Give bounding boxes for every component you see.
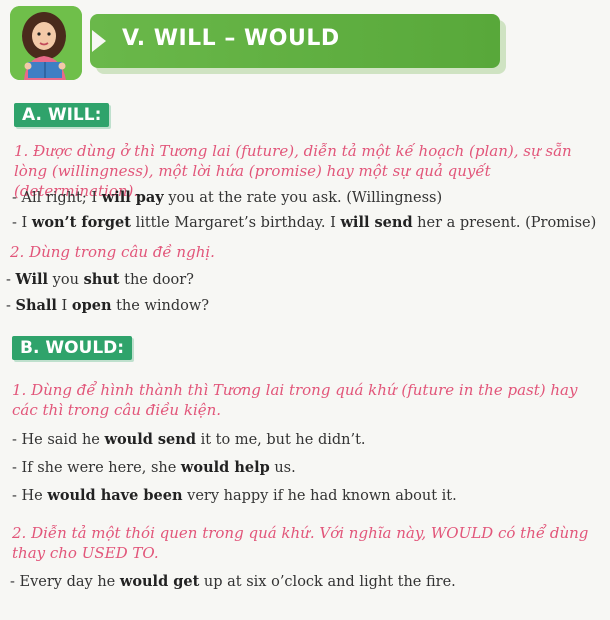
reading-girl-icon <box>10 6 82 80</box>
example-line: - Will you shut the door? <box>6 271 194 288</box>
example-line: - All right; I will pay you at the rate … <box>12 189 443 206</box>
section-b-rule-2: 2. Diễn tả một thói quen trong quá khứ. … <box>12 524 589 562</box>
example-line: - He would have been very happy if he ha… <box>12 487 457 504</box>
page-title: V. WILL – WOULD <box>122 26 340 51</box>
avatar <box>10 6 82 80</box>
example-line: - He said he would send it to me, but he… <box>12 431 366 448</box>
example-line: - Shall I open the window? <box>6 297 210 314</box>
example-line: - Every day he would get up at six o’clo… <box>10 573 456 590</box>
section-b-label: B. WOULD: <box>12 336 133 360</box>
example-line: - I won’t forget little Margaret’s birth… <box>12 214 597 231</box>
section-a-rule-2: 2. Dùng trong câu đề nghị. <box>10 243 215 261</box>
section-b-rule-1: 1. Dùng để hình thành thì Tương lai tron… <box>12 381 578 419</box>
example-line: - If she were here, she would help us. <box>12 459 296 476</box>
page: V. WILL – WOULD A. WILL: 1. Được dùng ở … <box>0 0 610 620</box>
section-a-label: A. WILL: <box>14 103 110 127</box>
title-notch <box>92 30 106 52</box>
